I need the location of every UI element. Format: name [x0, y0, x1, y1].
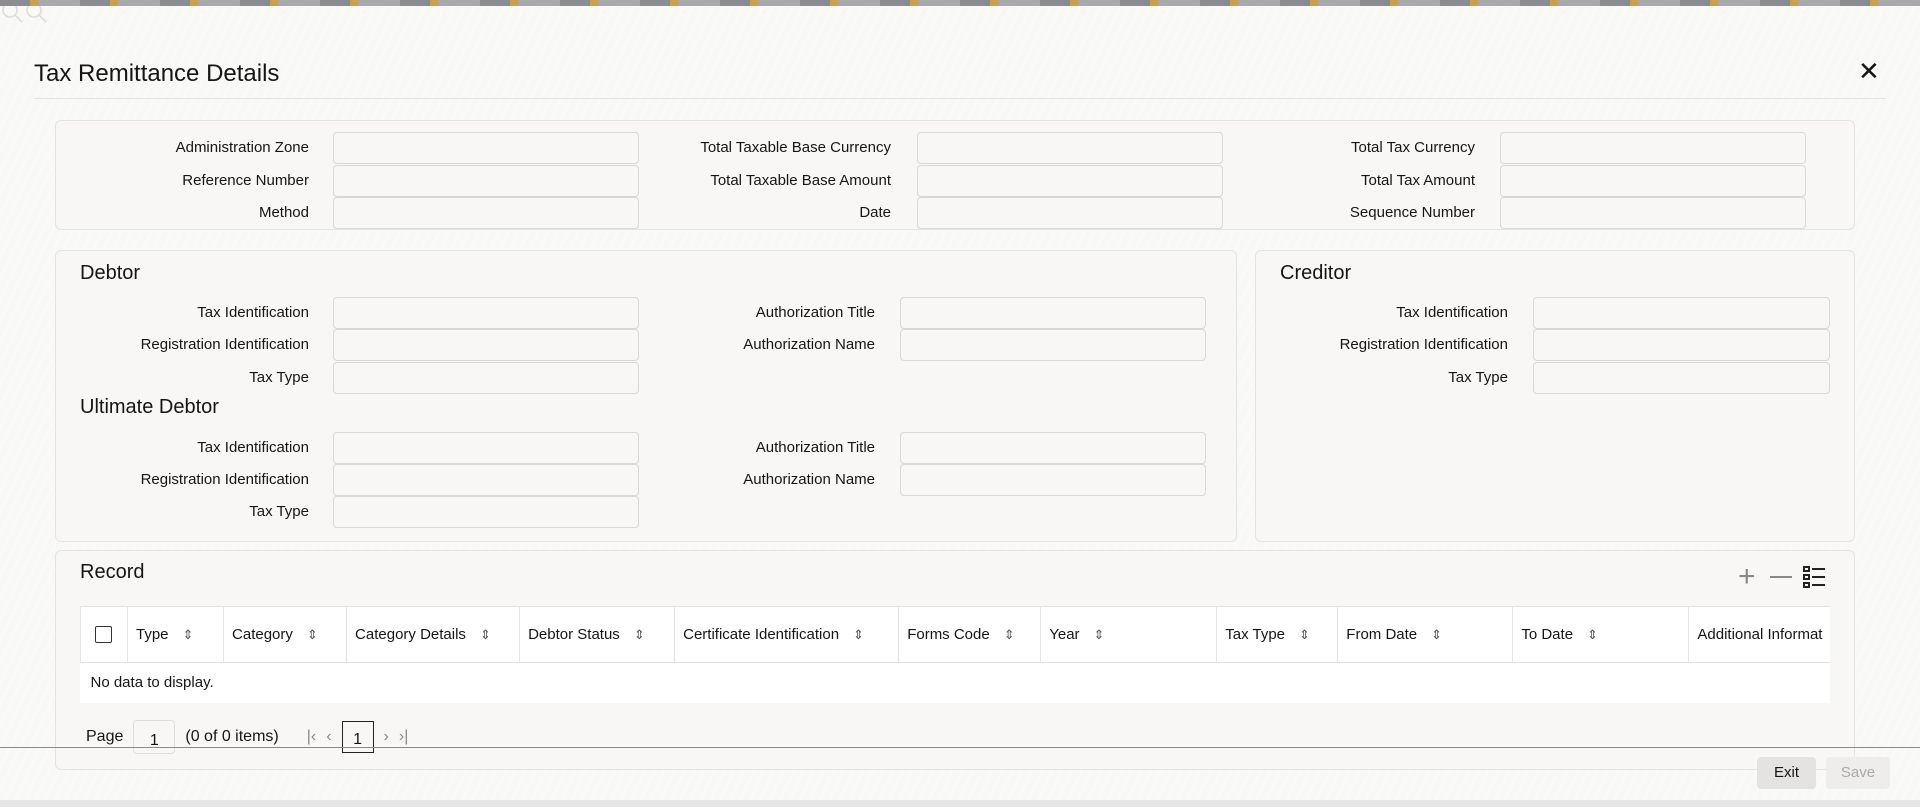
- column-header-additional-informat[interactable]: Additional Informat: [1688, 606, 1830, 663]
- creditor-registration-identification-input[interactable]: [1533, 329, 1830, 361]
- divider: [34, 98, 1886, 99]
- dialog-title: Tax Remittance Details: [34, 60, 280, 87]
- close-icon[interactable]: ✕: [1858, 58, 1880, 84]
- ultimate-debtor-authorization-title-label: Authorization Title: [755, 439, 875, 456]
- select-all-checkbox[interactable]: [95, 626, 112, 644]
- column-header-year[interactable]: Year ⇕: [1040, 606, 1217, 663]
- debtor-authorization-title-input[interactable]: [900, 297, 1206, 329]
- debtor-heading: Debtor: [80, 262, 141, 284]
- ultimate-debtor-authorization-name-input[interactable]: [900, 464, 1206, 496]
- column-header-category-details[interactable]: Category Details ⇕: [346, 606, 520, 663]
- sort-icon[interactable]: ⇕: [1004, 627, 1015, 642]
- footer-bar: [0, 747, 1920, 800]
- total-tax-amount-input[interactable]: [1500, 165, 1806, 197]
- sort-icon[interactable]: ⇕: [480, 627, 491, 642]
- ultimate-debtor-authorization-name-label: Authorization Name: [743, 471, 875, 488]
- column-header-type[interactable]: Type ⇕: [126, 606, 224, 663]
- total-tax-amount-label: Total Tax Amount: [1361, 172, 1475, 189]
- select-all-header: [80, 606, 128, 663]
- debtor-authorization-title-label: Authorization Title: [755, 304, 875, 321]
- sort-icon[interactable]: ⇕: [1299, 627, 1310, 642]
- sort-icon[interactable]: ⇕: [307, 627, 318, 642]
- sort-icon[interactable]: ⇕: [183, 627, 194, 642]
- ultimate-debtor-registration-identification-label: Registration Identification: [140, 471, 309, 488]
- creditor-registration-identification-label: Registration Identification: [1339, 336, 1508, 353]
- exit-button[interactable]: Exit: [1757, 757, 1816, 789]
- reference-number-label: Reference Number: [182, 172, 309, 189]
- column-label: To Date: [1521, 626, 1574, 643]
- prev-page-icon[interactable]: ‹: [326, 728, 331, 746]
- ultimate-debtor-authorization-title-input[interactable]: [900, 432, 1206, 464]
- record-heading: Record: [80, 561, 145, 583]
- sort-icon[interactable]: ⇕: [634, 627, 645, 642]
- column-label: Category Details: [355, 626, 466, 643]
- add-row-icon[interactable]: +: [1738, 562, 1756, 592]
- column-label: Forms Code: [907, 626, 990, 643]
- column-label: Tax Type: [1225, 626, 1286, 643]
- remove-row-icon[interactable]: [1770, 576, 1792, 578]
- creditor-tax-type-label: Tax Type: [1448, 369, 1508, 386]
- column-label: From Date: [1346, 626, 1418, 643]
- column-header-forms-code[interactable]: Forms Code ⇕: [898, 606, 1041, 663]
- sort-icon[interactable]: ⇕: [1587, 627, 1598, 642]
- total-taxable-base-currency-label: Total Taxable Base Currency: [700, 139, 891, 156]
- method-label: Method: [258, 204, 309, 221]
- ultimate-debtor-tax-type-label: Tax Type: [249, 503, 309, 520]
- sort-icon[interactable]: ⇕: [1094, 627, 1105, 642]
- creditor-heading: Creditor: [1280, 262, 1352, 284]
- column-label: Category: [232, 626, 293, 643]
- column-label: Additional Informat: [1697, 626, 1823, 643]
- total-tax-currency-input[interactable]: [1500, 132, 1806, 164]
- debtor-registration-identification-label: Registration Identification: [140, 336, 309, 353]
- last-page-icon[interactable]: ›|: [399, 728, 408, 746]
- column-label: Type: [136, 626, 169, 643]
- column-label: Year: [1049, 626, 1080, 643]
- debtor-authorization-name-label: Authorization Name: [743, 336, 875, 353]
- debtor-tax-type-label: Tax Type: [249, 369, 309, 386]
- column-header-to-date[interactable]: To Date ⇕: [1512, 606, 1689, 663]
- administration-zone-label: Administration Zone: [175, 139, 309, 156]
- next-page-icon[interactable]: ›: [384, 728, 389, 746]
- items-count: (0 of 0 items): [185, 728, 279, 745]
- save-button[interactable]: Save: [1826, 757, 1890, 789]
- column-header-from-date[interactable]: From Date ⇕: [1337, 606, 1513, 663]
- creditor-tax-type-input[interactable]: [1533, 362, 1830, 394]
- bottom-strip: [0, 800, 1920, 807]
- creditor-panel: [1255, 250, 1855, 542]
- creditor-tax-identification-input[interactable]: [1533, 297, 1830, 329]
- column-header-tax-type[interactable]: Tax Type ⇕: [1216, 606, 1338, 663]
- sort-icon[interactable]: ⇕: [853, 627, 864, 642]
- debtor-tax-identification-label: Tax Identification: [197, 304, 309, 321]
- total-tax-currency-label: Total Tax Currency: [1351, 139, 1475, 156]
- column-header-category[interactable]: Category ⇕: [223, 606, 347, 663]
- record-table: Type ⇕ Category ⇕ Category Details ⇕ Debtor St…: [80, 606, 1830, 703]
- sequence-number-label: Sequence Number: [1349, 204, 1475, 221]
- debtor-authorization-name-input[interactable]: [900, 329, 1206, 361]
- ultimate-debtor-tax-type-input[interactable]: [333, 496, 639, 528]
- date-label: Date: [859, 204, 891, 221]
- sequence-number-input[interactable]: [1500, 197, 1806, 229]
- ultimate-debtor-tax-identification-label: Tax Identification: [197, 439, 309, 456]
- first-page-icon[interactable]: |‹: [307, 728, 316, 746]
- column-list-icon[interactable]: [1803, 566, 1825, 588]
- total-taxable-base-amount-label: Total Taxable Base Amount: [710, 172, 891, 189]
- empty-message: No data to display.: [90, 674, 214, 692]
- creditor-tax-identification-label: Tax Identification: [1396, 304, 1508, 321]
- column-header-certificate-identification[interactable]: Certificate Identification ⇕: [674, 606, 899, 663]
- column-label: Debtor Status: [528, 626, 620, 643]
- page-label: Page: [86, 728, 124, 745]
- column-label: Certificate Identification: [683, 626, 840, 643]
- column-header-debtor-status[interactable]: Debtor Status ⇕: [519, 606, 675, 663]
- debtor-tax-type-input[interactable]: [333, 362, 639, 394]
- ultimate-debtor-heading: Ultimate Debtor: [80, 396, 219, 418]
- sort-icon[interactable]: ⇕: [1431, 627, 1442, 642]
